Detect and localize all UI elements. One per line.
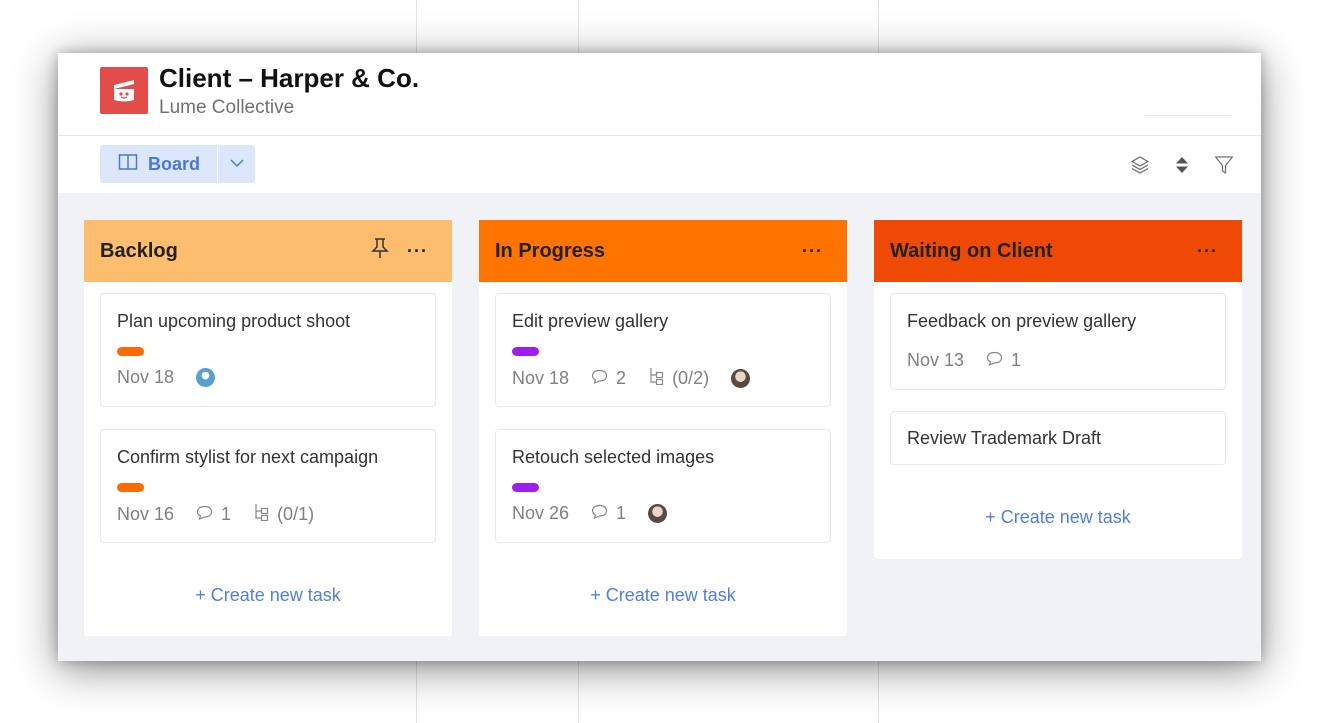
task-meta: Nov 26 1: [512, 503, 668, 524]
due-date: Nov 16: [117, 504, 175, 524]
comment-count: 1: [221, 504, 232, 524]
sort-icon[interactable]: [1171, 154, 1193, 176]
task-card[interactable]: Edit preview gallery Nov 18 2 (0/2): [495, 293, 831, 407]
task-card[interactable]: Confirm stylist for next campaign Nov 16…: [100, 429, 436, 543]
chevron-down-icon: [229, 155, 244, 173]
column-header: Waiting on Client ···: [874, 220, 1242, 282]
comment-count: 1: [616, 503, 627, 523]
project-subtitle: Lume Collective: [159, 97, 295, 118]
board-toolbar: Board: [58, 136, 1261, 193]
task-meta: Nov 13 1: [907, 350, 1021, 371]
column-waiting-on-client: Waiting on Client ··· Feedback on previe…: [874, 220, 1242, 559]
header-divider: [1145, 115, 1231, 116]
column-title: Backlog: [100, 239, 178, 262]
assignee-avatar[interactable]: [648, 504, 668, 523]
layers-icon[interactable]: [1129, 154, 1151, 176]
task-card[interactable]: Retouch selected images Nov 26 1: [495, 429, 831, 543]
subtask-count: (0/1): [277, 504, 315, 524]
column-menu-icon[interactable]: ···: [802, 242, 823, 260]
priority-tag: [117, 483, 144, 492]
assignee-avatar[interactable]: [196, 368, 216, 387]
board-view-button[interactable]: Board: [100, 145, 217, 183]
comment-icon: [591, 368, 608, 389]
column-header: Backlog ···: [84, 220, 452, 282]
subtask-icon: [648, 367, 664, 390]
due-date: Nov 13: [907, 350, 965, 370]
pin-icon[interactable]: [371, 237, 389, 265]
project-title: Client – Harper & Co.: [159, 63, 420, 93]
project-logo-icon: [100, 67, 148, 114]
priority-tag: [512, 347, 539, 356]
create-task-link[interactable]: + Create new task: [84, 585, 452, 606]
task-card[interactable]: Review Trademark Draft: [890, 411, 1226, 465]
priority-tag: [512, 483, 539, 492]
task-meta: Nov 18: [117, 367, 216, 388]
column-menu-icon[interactable]: ···: [407, 242, 428, 260]
subtask-icon: [253, 503, 269, 526]
comment-icon: [591, 503, 608, 524]
filter-icon[interactable]: [1213, 154, 1235, 176]
task-card[interactable]: Plan upcoming product shoot Nov 18: [100, 293, 436, 407]
task-card[interactable]: Feedback on preview gallery Nov 13 1: [890, 293, 1226, 390]
assignee-avatar[interactable]: [731, 369, 751, 388]
create-task-link[interactable]: + Create new task: [479, 585, 847, 606]
task-title: Retouch selected images: [512, 447, 715, 467]
due-date: Nov 26: [512, 503, 570, 523]
column-in-progress: In Progress ··· Edit preview gallery Nov…: [479, 220, 847, 636]
create-task-link[interactable]: + Create new task: [874, 507, 1242, 528]
task-meta: Nov 18 2 (0/2): [512, 367, 751, 390]
board-view-label: Board: [148, 153, 201, 174]
comment-icon: [196, 504, 213, 525]
comment-count: 2: [616, 368, 627, 388]
comment-count: 1: [1011, 350, 1022, 370]
book-open-icon: [118, 153, 138, 176]
due-date: Nov 18: [117, 367, 175, 387]
task-title: Feedback on preview gallery: [907, 311, 1137, 331]
priority-tag: [117, 347, 144, 356]
task-title: Edit preview gallery: [512, 311, 669, 331]
due-date: Nov 18: [512, 368, 570, 388]
column-menu-icon[interactable]: ···: [1197, 242, 1218, 260]
project-window: Client – Harper & Co. Lume Collective Bo…: [58, 53, 1261, 661]
column-backlog: Backlog ··· Plan upcoming product shoot …: [84, 220, 452, 636]
task-title: Confirm stylist for next campaign: [117, 447, 379, 467]
subtask-count: (0/2): [672, 368, 710, 388]
task-meta: Nov 16 1 (0/1): [117, 503, 314, 526]
comment-icon: [986, 350, 1003, 371]
column-header: In Progress ···: [479, 220, 847, 282]
project-header: Client – Harper & Co. Lume Collective: [58, 53, 1261, 136]
column-title: In Progress: [495, 239, 606, 262]
task-title: Review Trademark Draft: [907, 428, 1102, 448]
column-title: Waiting on Client: [890, 239, 1053, 262]
view-dropdown-button[interactable]: [218, 145, 255, 183]
task-title: Plan upcoming product shoot: [117, 311, 351, 331]
